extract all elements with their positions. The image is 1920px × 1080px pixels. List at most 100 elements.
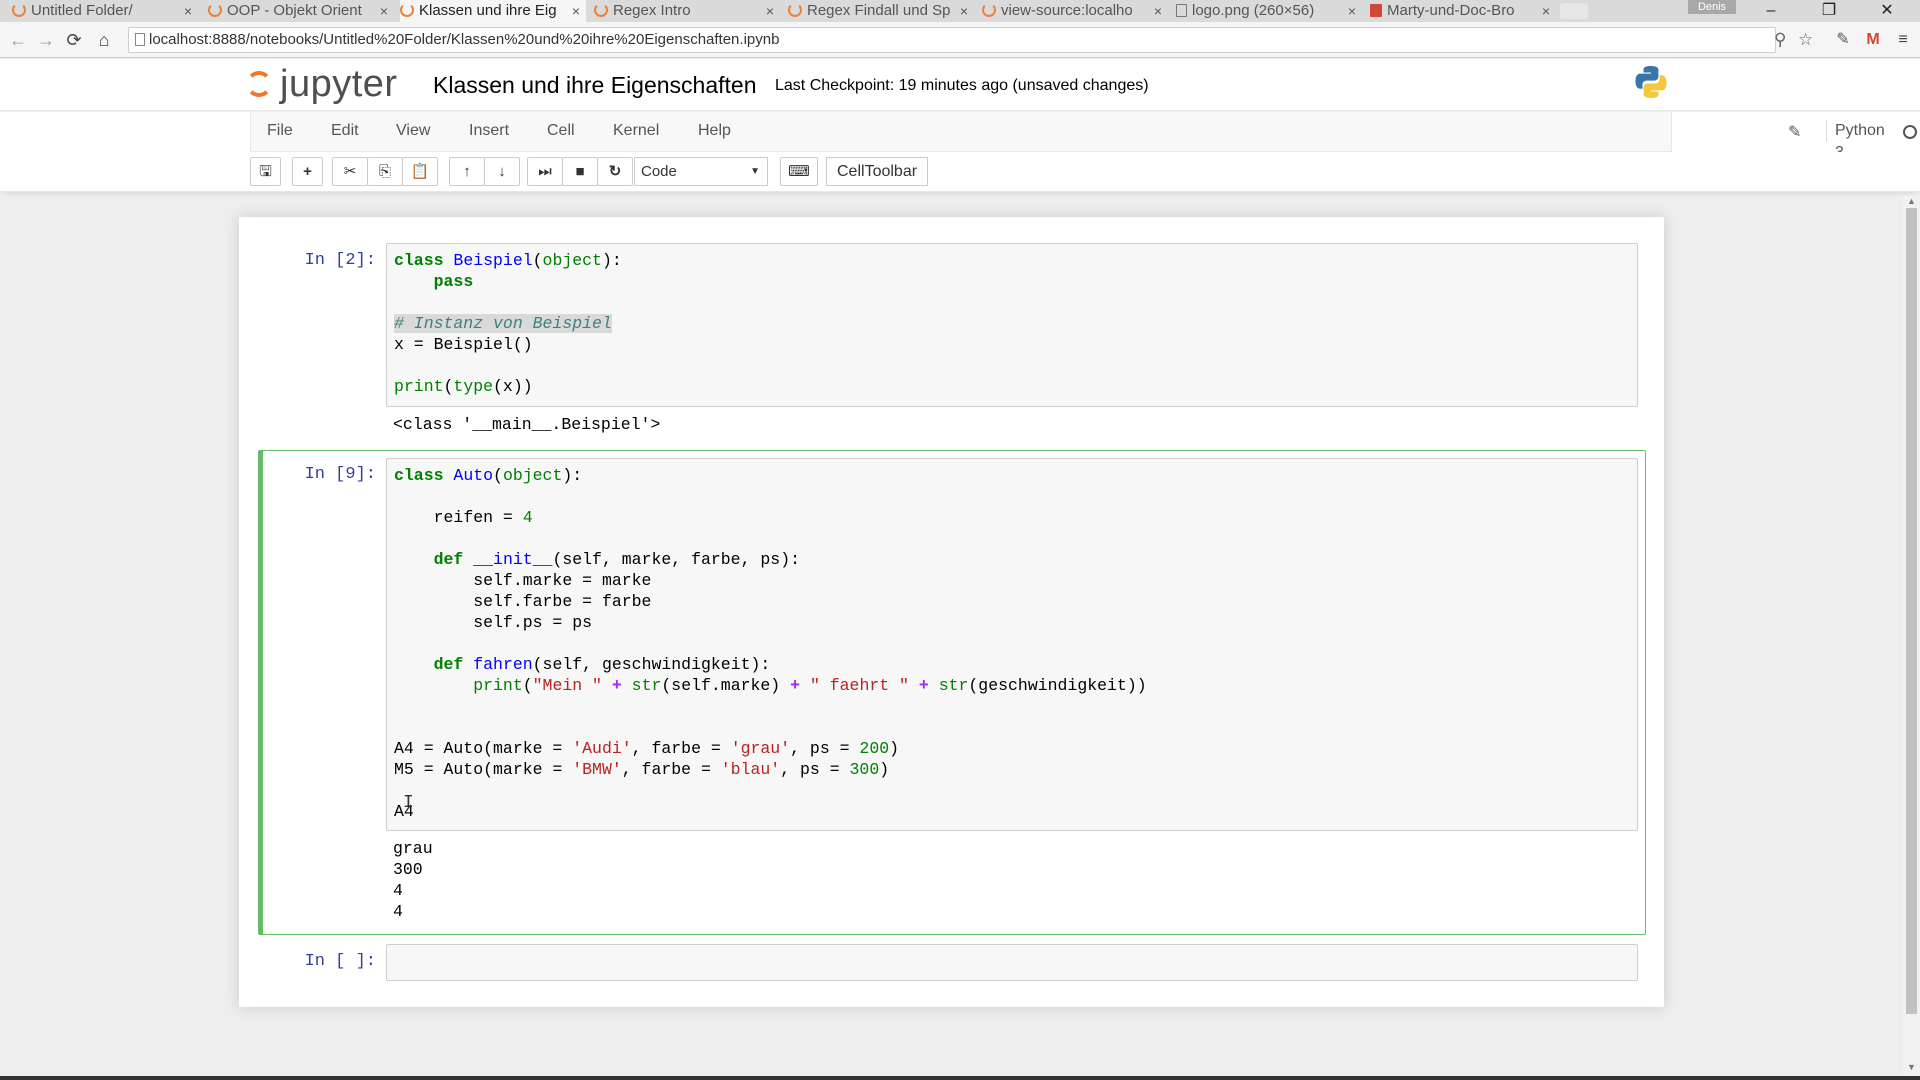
- close-tab-icon[interactable]: ×: [1348, 0, 1356, 22]
- chevron-down-icon: ▼: [750, 166, 760, 177]
- move-down-button[interactable]: ↓: [484, 157, 520, 186]
- paste-button[interactable]: 📋: [402, 157, 438, 186]
- new-tab-button[interactable]: [1560, 3, 1588, 19]
- plus-icon: +: [303, 163, 312, 180]
- scissors-icon: ✂: [343, 163, 357, 180]
- copy-icon: ⎘: [378, 163, 391, 180]
- browser-tab[interactable]: Marty-und-Doc-Bro ×: [1370, 0, 1556, 22]
- code-token: 'Audi': [572, 739, 632, 758]
- copy-button[interactable]: ⎘: [367, 157, 403, 186]
- reload-icon[interactable]: ⟳: [62, 28, 86, 52]
- notebook-title[interactable]: Klassen und ihre Eigenschaften: [433, 72, 757, 99]
- minimize-icon[interactable]: –: [1756, 0, 1786, 22]
- extension-icon[interactable]: ✎: [1832, 30, 1854, 50]
- profile-badge[interactable]: Denis: [1688, 0, 1736, 14]
- celltoolbar-button[interactable]: CellToolbar: [826, 157, 929, 186]
- code-token: object: [502, 466, 563, 485]
- browser-tab[interactable]: Regex Findall und Sp ×: [788, 0, 974, 22]
- arrow-down-icon: ↓: [498, 163, 506, 180]
- scroll-down-icon[interactable]: ▼: [1903, 1062, 1920, 1074]
- close-tab-icon[interactable]: ×: [1154, 0, 1162, 22]
- code-editor[interactable]: class Beispiel(object): pass # Instanz v…: [394, 250, 622, 397]
- browser-tab-active[interactable]: Klassen und ihre Eig ×: [400, 0, 586, 22]
- jupyter-menubar: File Edit View Insert Cell Kernel Help ✎…: [0, 112, 1920, 161]
- cut-button[interactable]: ✂: [332, 157, 368, 186]
- jupyter-tab-icon: [788, 3, 802, 17]
- insert-cell-button[interactable]: +: [292, 157, 323, 186]
- url-text: localhost:8888/notebooks/Untitled%20Fold…: [149, 31, 780, 48]
- jupyter-logo-icon: [246, 71, 272, 97]
- menu-kernel[interactable]: Kernel: [613, 122, 659, 140]
- menu-cell[interactable]: Cell: [547, 122, 575, 140]
- move-up-button[interactable]: ↑: [449, 157, 485, 186]
- code-line: self.marke = marke: [473, 571, 652, 590]
- code-token: (geschwindigkeit)): [968, 676, 1147, 695]
- browser-tab[interactable]: logo.png (260×56) ×: [1176, 0, 1362, 22]
- code-token: __init__: [473, 550, 553, 569]
- close-tab-icon[interactable]: ×: [766, 0, 774, 22]
- restore-icon[interactable]: ❐: [1814, 0, 1844, 22]
- code-cell-input[interactable]: class Auto(object): reifen = 4 def __ini…: [386, 458, 1638, 831]
- restart-kernel-button[interactable]: ↻: [597, 157, 633, 186]
- browser-tab[interactable]: OOP - Objekt Orient ×: [208, 0, 394, 22]
- taskbar-edge: [0, 1076, 1920, 1080]
- bookmark-star-icon[interactable]: ☆: [1798, 30, 1813, 50]
- close-tab-icon[interactable]: ×: [184, 0, 192, 22]
- url-input[interactable]: localhost:8888/notebooks/Untitled%20Fold…: [128, 27, 1776, 53]
- page-scrollbar[interactable]: ▲ ▼: [1903, 196, 1920, 1076]
- close-tab-icon[interactable]: ×: [960, 0, 968, 22]
- scrollbar-thumb[interactable]: [1906, 208, 1917, 1014]
- code-token: def: [433, 550, 464, 569]
- code-token: type: [453, 377, 494, 396]
- code-token: M5 = Auto(marke =: [394, 760, 573, 779]
- back-icon[interactable]: ←: [6, 28, 30, 52]
- code-token: , ps =: [790, 739, 860, 758]
- forward-icon[interactable]: →: [34, 28, 58, 52]
- menu-file[interactable]: File: [267, 122, 293, 140]
- code-editor[interactable]: class Auto(object): reifen = 4 def __ini…: [394, 465, 1147, 822]
- code-token: print: [394, 377, 444, 396]
- cell-type-select[interactable]: Code ▼: [634, 157, 768, 186]
- code-token: 'BMW': [572, 760, 622, 779]
- menu-insert[interactable]: Insert: [469, 122, 509, 140]
- home-icon[interactable]: ⌂: [92, 28, 116, 52]
- close-tab-icon[interactable]: ×: [572, 0, 580, 22]
- step-forward-icon: ⏭: [538, 163, 552, 180]
- jupyter-tab-icon: [12, 3, 26, 17]
- menu-help[interactable]: Help: [698, 122, 731, 140]
- zoom-icon[interactable]: ⚲: [1774, 30, 1786, 50]
- code-token: 'grau': [730, 739, 791, 758]
- browser-tab[interactable]: view-source:localho ×: [982, 0, 1168, 22]
- menu-view[interactable]: View: [396, 122, 430, 140]
- edit-mode-pencil-icon: ✎: [1788, 124, 1802, 141]
- browser-tab[interactable]: Regex Intro ×: [594, 0, 780, 22]
- gmail-extension-icon[interactable]: M: [1862, 30, 1884, 50]
- interrupt-kernel-button[interactable]: ■: [562, 157, 598, 186]
- code-cell-input[interactable]: class Beispiel(object): pass # Instanz v…: [386, 243, 1638, 407]
- cell-prompt: In [ ]:: [304, 952, 376, 971]
- document-tab-icon: [1176, 4, 1187, 17]
- code-token: (self, marke, farbe, ps):: [552, 550, 800, 569]
- menu-container: File Edit View Insert Cell Kernel Help ✎…: [250, 112, 1917, 161]
- menu-edit[interactable]: Edit: [331, 122, 359, 140]
- close-tab-icon[interactable]: ×: [1542, 0, 1550, 22]
- browser-menu-icon[interactable]: ≡: [1892, 30, 1914, 50]
- save-button[interactable]: 🖫: [250, 157, 281, 186]
- jupyter-tab-icon: [594, 3, 608, 17]
- code-cell-input-empty[interactable]: [386, 944, 1638, 981]
- browser-tab[interactable]: Untitled Folder/ ×: [12, 0, 198, 22]
- code-token: class: [394, 466, 444, 485]
- scroll-up-icon[interactable]: ▲: [1903, 196, 1920, 208]
- run-cell-button[interactable]: ⏭: [527, 157, 563, 186]
- code-token: print: [473, 676, 523, 695]
- code-token: A4 = Auto(marke =: [394, 739, 573, 758]
- cell-prompt: In [9]:: [304, 465, 376, 484]
- code-token: (x)): [493, 377, 533, 396]
- close-tab-icon[interactable]: ×: [380, 0, 388, 22]
- code-token: class: [394, 251, 444, 270]
- jupyter-tab-icon: [208, 3, 222, 17]
- command-palette-button[interactable]: ⌨: [780, 157, 818, 186]
- code-token: Beispiel: [453, 251, 533, 270]
- close-window-icon[interactable]: ✕: [1872, 0, 1902, 22]
- kernel-idle-indicator-icon: [1903, 125, 1917, 139]
